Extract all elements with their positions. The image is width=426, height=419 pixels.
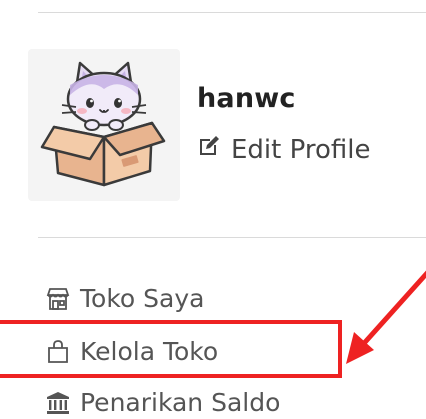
avatar[interactable] <box>28 49 180 201</box>
edit-profile-label: Edit Profile <box>231 134 371 165</box>
menu-item-label: Toko Saya <box>80 284 205 313</box>
top-divider <box>38 12 426 13</box>
cat-in-box-avatar <box>40 61 166 187</box>
bank-icon <box>45 390 71 416</box>
menu-item-kelola-toko[interactable]: Kelola Toko <box>45 337 218 366</box>
edit-icon <box>197 134 221 165</box>
store-icon <box>45 286 71 312</box>
menu-item-label: Penarikan Saldo <box>80 388 281 417</box>
edit-profile-link[interactable]: Edit Profile <box>197 134 370 165</box>
menu-item-label: Kelola Toko <box>80 337 219 366</box>
arrow-icon <box>346 270 426 364</box>
bag-icon <box>45 339 71 365</box>
username: hanwc <box>197 83 296 114</box>
menu-item-toko-saya[interactable]: Toko Saya <box>45 284 204 313</box>
section-divider <box>38 237 426 238</box>
menu-item-penarikan-saldo[interactable]: Penarikan Saldo <box>45 388 280 417</box>
